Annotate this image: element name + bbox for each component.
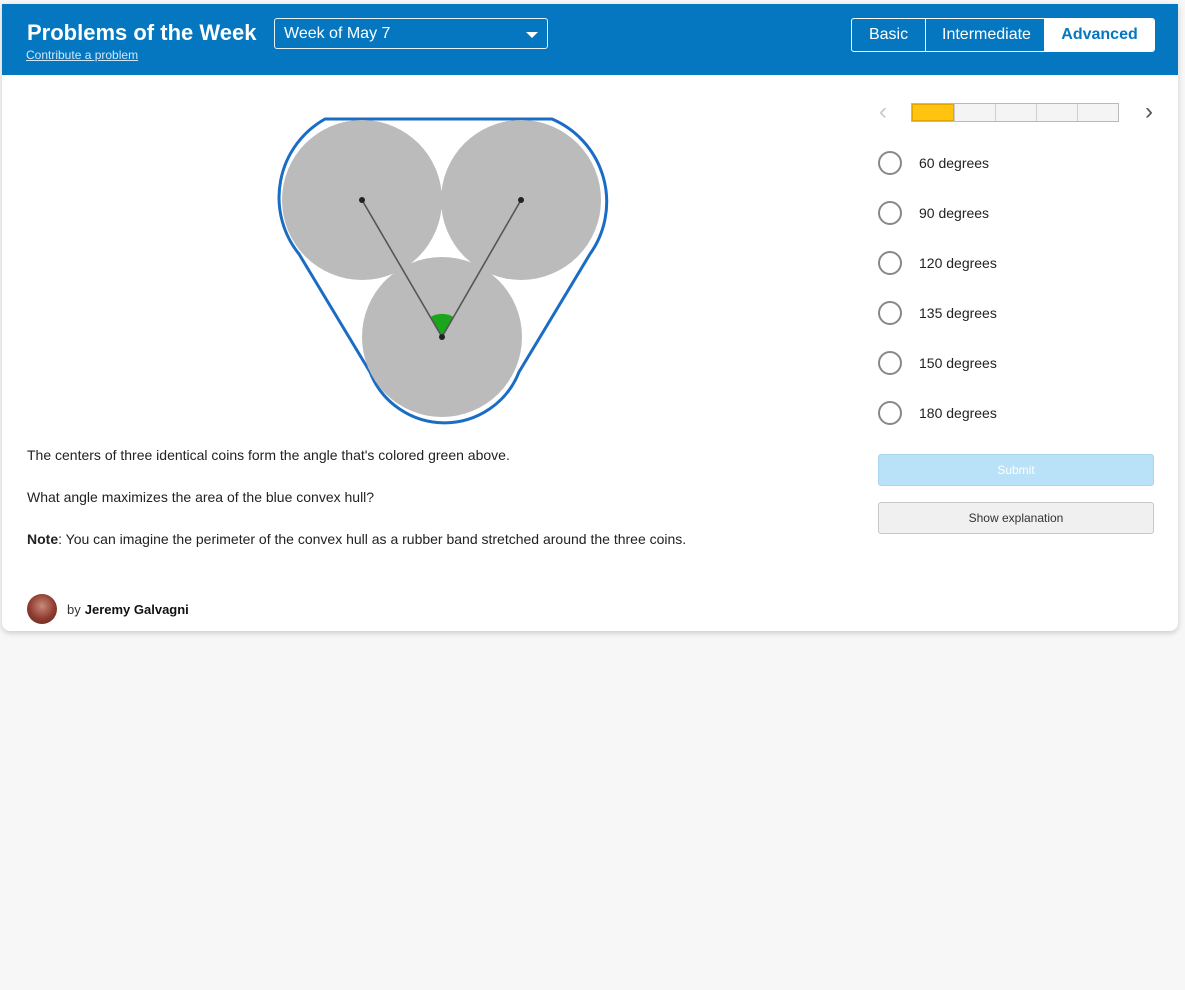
problem-line-1: The centers of three identical coins for… <box>27 447 510 463</box>
chevron-left-icon[interactable]: ‹ <box>873 100 893 124</box>
radio-button[interactable] <box>878 201 902 225</box>
center-dot-bottom <box>439 334 445 340</box>
radio-button[interactable] <box>878 401 902 425</box>
level-basic-button[interactable]: Basic <box>852 19 925 51</box>
level-intermediate-button[interactable]: Intermediate <box>925 19 1044 51</box>
choice-90[interactable]: 90 degrees <box>878 199 997 227</box>
answer-choices: 60 degrees 90 degrees 120 degrees 135 de… <box>878 149 997 449</box>
show-explanation-button[interactable]: Show explanation <box>878 502 1154 534</box>
choice-label: 150 degrees <box>919 355 997 371</box>
header-bar: Problems of the Week Contribute a proble… <box>2 4 1178 75</box>
note-text: : You can imagine the perimeter of the c… <box>58 531 687 547</box>
progress-segment-3[interactable] <box>995 104 1036 121</box>
choice-label: 120 degrees <box>919 255 997 271</box>
problem-note: Note: You can imagine the perimeter of t… <box>27 531 827 548</box>
problem-progress-bar <box>911 103 1119 122</box>
problem-line-2: What angle maximizes the area of the blu… <box>27 489 375 505</box>
problem-statement: The centers of three identical coins for… <box>27 447 827 573</box>
choice-label: 60 degrees <box>919 155 990 171</box>
choice-label: 180 degrees <box>919 405 997 421</box>
caret-down-icon <box>526 32 538 38</box>
page-title: Problems of the Week <box>27 20 257 45</box>
center-dot-left <box>359 197 365 203</box>
author-name[interactable]: Jeremy Galvagni <box>85 602 189 617</box>
avatar[interactable] <box>27 594 57 624</box>
center-dot-right <box>518 197 524 203</box>
difficulty-toggle: Basic Intermediate Advanced <box>851 18 1155 52</box>
progress-segment-2[interactable] <box>954 104 995 121</box>
choice-180[interactable]: 180 degrees <box>878 399 997 427</box>
level-advanced-button[interactable]: Advanced <box>1044 19 1154 51</box>
choice-60[interactable]: 60 degrees <box>878 149 997 177</box>
choice-135[interactable]: 135 degrees <box>878 299 997 327</box>
choice-150[interactable]: 150 degrees <box>878 349 997 377</box>
radio-button[interactable] <box>878 151 902 175</box>
chevron-right-icon[interactable]: › <box>1139 100 1159 124</box>
problem-card: Problems of the Week Contribute a proble… <box>2 4 1178 631</box>
week-dropdown-value: Week of May 7 <box>284 25 391 42</box>
radio-button[interactable] <box>878 251 902 275</box>
progress-segment-1[interactable] <box>912 104 954 121</box>
author-by: by <box>67 601 81 617</box>
choice-label: 90 degrees <box>919 205 990 221</box>
contribute-link[interactable]: Contribute a problem <box>26 48 138 62</box>
radio-button[interactable] <box>878 301 902 325</box>
submit-button[interactable]: Submit <box>878 454 1154 486</box>
author-info: by Jeremy Galvagni <box>27 594 189 624</box>
choice-120[interactable]: 120 degrees <box>878 249 997 277</box>
choice-label: 135 degrees <box>919 305 997 321</box>
note-label: Note <box>27 531 59 547</box>
progress-segment-5[interactable] <box>1077 104 1118 121</box>
coins-diagram <box>277 117 609 425</box>
radio-button[interactable] <box>878 351 902 375</box>
progress-segment-4[interactable] <box>1036 104 1077 121</box>
week-dropdown[interactable]: Week of May 7 <box>274 18 548 49</box>
